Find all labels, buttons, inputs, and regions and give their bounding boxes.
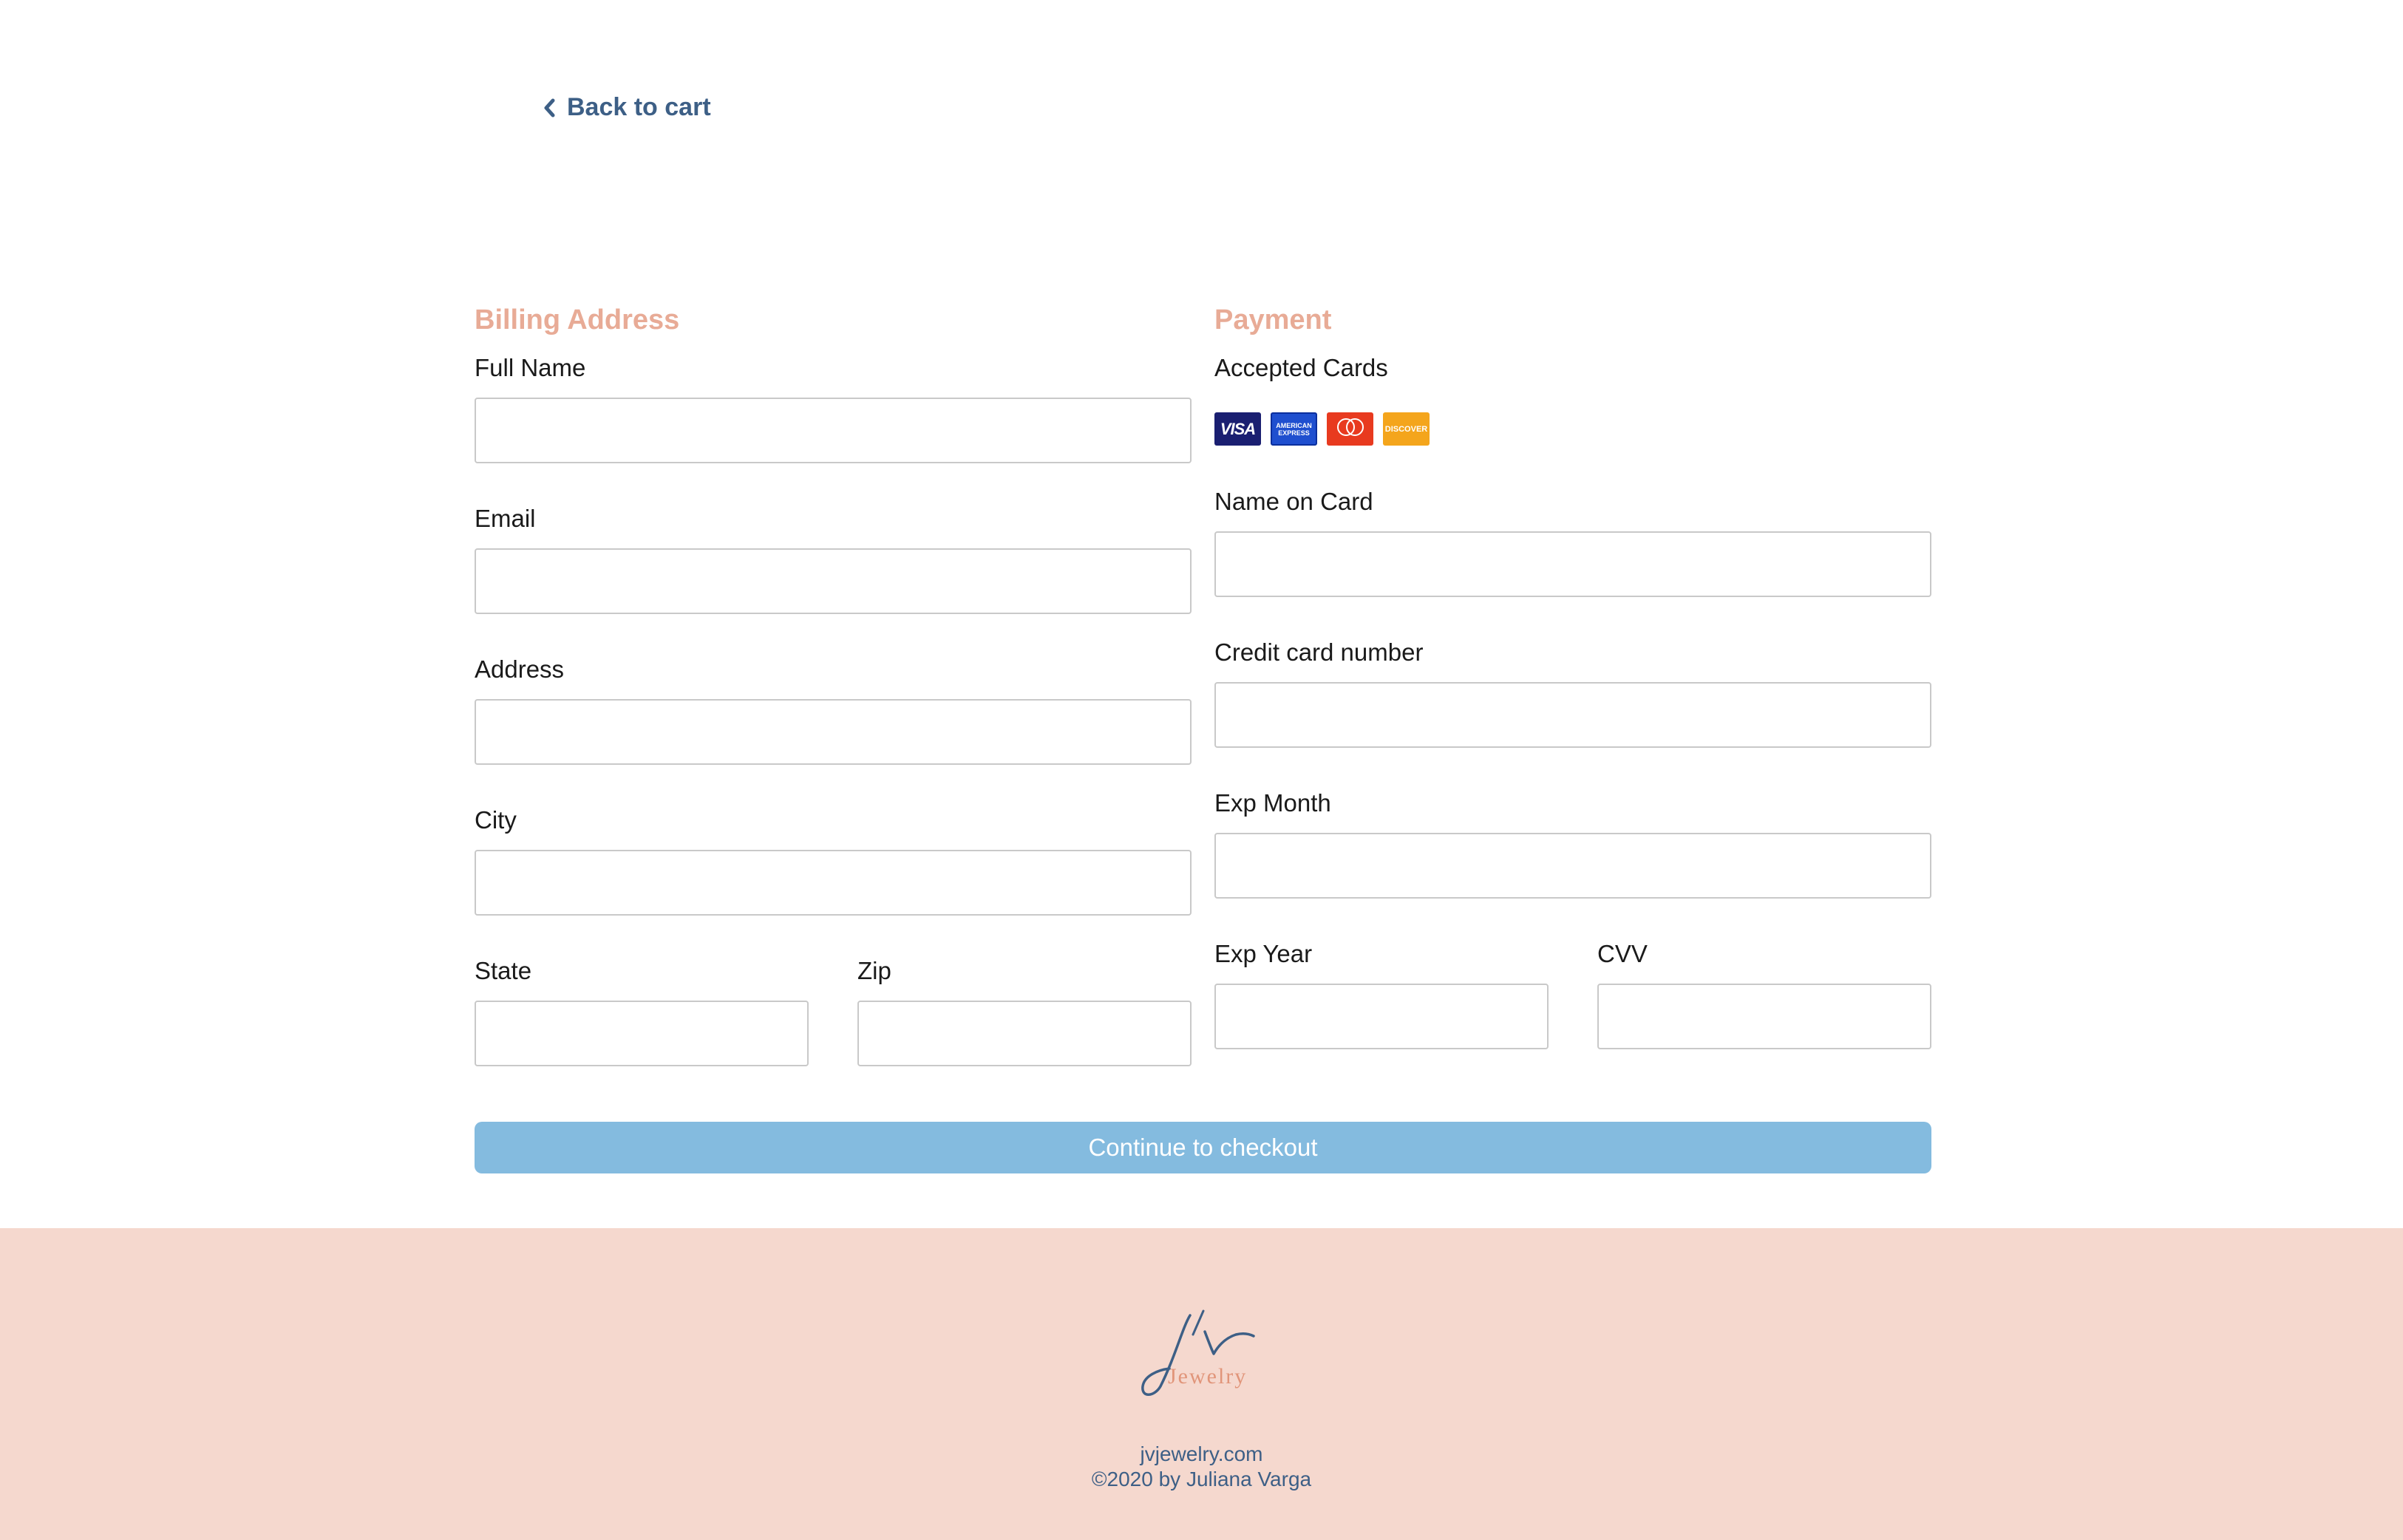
exp-year-label: Exp Year — [1214, 940, 1313, 967]
exp-month-label: Exp Month — [1214, 789, 1331, 817]
zip-input[interactable] — [857, 1001, 1192, 1066]
payment-title: Payment — [1214, 304, 1332, 335]
footer: Jewelry jvjewelry.com ©2020 by Juliana V… — [0, 1228, 2403, 1540]
zip-label: Zip — [857, 957, 891, 984]
cvv-group: CVV — [1597, 939, 1931, 1090]
accepted-cards-label: Accepted Cards — [1214, 354, 1388, 381]
back-to-cart-label: Back to cart — [567, 93, 711, 121]
address-input[interactable] — [475, 699, 1192, 765]
continue-to-checkout-button[interactable]: Continue to checkout — [475, 1122, 1931, 1173]
chevron-left-icon — [544, 98, 555, 117]
state-group: State — [475, 956, 809, 1107]
svg-text:Jewelry: Jewelry — [1168, 1364, 1247, 1389]
email-input[interactable] — [475, 548, 1192, 614]
city-input[interactable] — [475, 850, 1192, 916]
footer-site-link[interactable]: jvjewelry.com — [0, 1442, 2403, 1466]
accepted-cards: VISA AMERICAN EXPRESS DISCOVER — [1214, 412, 1931, 446]
discover-icon: DISCOVER — [1383, 412, 1430, 446]
full-name-label: Full Name — [475, 354, 586, 381]
cvv-label: CVV — [1597, 940, 1648, 967]
exp-year-cvv-row: Exp Year CVV — [1214, 939, 1931, 1090]
address-label: Address — [475, 655, 565, 683]
city-label: City — [475, 806, 517, 834]
cvv-input[interactable] — [1597, 984, 1931, 1049]
checkout-page: Back to cart Billing Address Full Name E… — [0, 0, 2403, 1540]
name-on-card-input[interactable] — [1214, 531, 1931, 597]
card-number-input[interactable] — [1214, 682, 1931, 748]
name-on-card-label: Name on Card — [1214, 488, 1373, 515]
state-zip-row: State Zip — [475, 956, 1192, 1107]
payment-section: Payment Accepted Cards VISA AMERICAN EXP… — [1214, 303, 1931, 1090]
visa-icon: VISA — [1214, 412, 1261, 446]
card-number-label: Credit card number — [1214, 638, 1424, 666]
jv-jewelry-logo: Jewelry — [1141, 1309, 1255, 1396]
amex-icon: AMERICAN EXPRESS — [1271, 412, 1317, 446]
mastercard-icon — [1327, 412, 1373, 446]
exp-year-input[interactable] — [1214, 984, 1549, 1049]
back-to-cart-link[interactable]: Back to cart — [542, 93, 711, 122]
exp-month-input[interactable] — [1214, 833, 1931, 899]
footer-copyright: ©2020 by Juliana Varga — [1091, 1468, 1312, 1490]
billing-title: Billing Address — [475, 304, 680, 335]
full-name-input[interactable] — [475, 398, 1192, 463]
billing-section: Billing Address Full Name Email Address … — [475, 303, 1192, 1107]
zip-group: Zip — [857, 956, 1192, 1107]
state-label: State — [475, 957, 532, 984]
email-label: Email — [475, 505, 536, 532]
state-input[interactable] — [475, 1001, 809, 1066]
exp-year-group: Exp Year — [1214, 939, 1549, 1090]
